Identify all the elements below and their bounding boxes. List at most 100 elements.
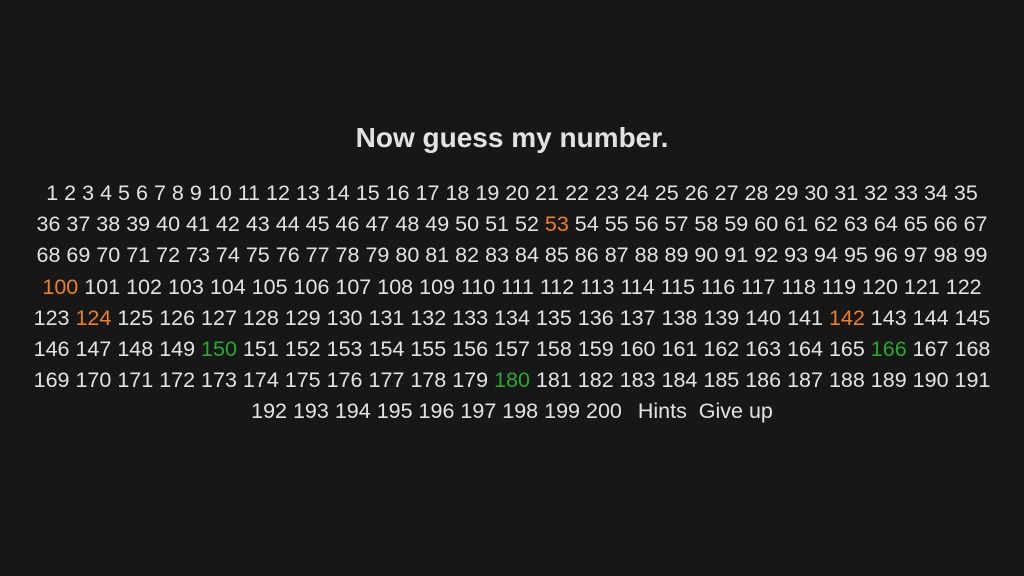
number-option-39[interactable]: 39	[126, 212, 150, 236]
number-option-74[interactable]: 74	[216, 243, 240, 267]
number-option-40[interactable]: 40	[156, 212, 180, 236]
number-option-84[interactable]: 84	[515, 243, 539, 267]
number-option-187[interactable]: 187	[787, 368, 823, 392]
number-option-110[interactable]: 110	[461, 275, 495, 299]
number-option-20[interactable]: 20	[505, 181, 529, 205]
number-option-33[interactable]: 33	[894, 181, 918, 205]
number-option-98[interactable]: 98	[934, 243, 958, 267]
number-option-158[interactable]: 158	[536, 337, 572, 361]
number-option-43[interactable]: 43	[246, 212, 270, 236]
number-option-89[interactable]: 89	[665, 243, 689, 267]
number-option-149[interactable]: 149	[159, 337, 195, 361]
number-option-42[interactable]: 42	[216, 212, 240, 236]
number-option-177[interactable]: 177	[368, 368, 404, 392]
number-option-198[interactable]: 198	[502, 399, 538, 423]
number-option-67[interactable]: 67	[964, 212, 988, 236]
number-option-197[interactable]: 197	[460, 399, 496, 423]
number-option-151[interactable]: 151	[243, 337, 279, 361]
number-option-25[interactable]: 25	[655, 181, 679, 205]
number-option-13[interactable]: 13	[296, 181, 320, 205]
number-option-152[interactable]: 152	[285, 337, 321, 361]
number-option-97[interactable]: 97	[904, 243, 928, 267]
number-option-173[interactable]: 173	[201, 368, 237, 392]
number-option-75[interactable]: 75	[246, 243, 270, 267]
number-option-85[interactable]: 85	[545, 243, 569, 267]
number-option-30[interactable]: 30	[804, 181, 828, 205]
number-option-19[interactable]: 19	[475, 181, 499, 205]
number-option-189[interactable]: 189	[871, 368, 907, 392]
number-option-180[interactable]: 180	[494, 368, 530, 392]
number-option-126[interactable]: 126	[159, 306, 195, 330]
number-option-15[interactable]: 15	[356, 181, 380, 205]
number-option-191[interactable]: 191	[955, 368, 991, 392]
number-option-116[interactable]: 116	[701, 275, 735, 299]
number-option-28[interactable]: 28	[745, 181, 769, 205]
number-option-150[interactable]: 150	[201, 337, 237, 361]
number-option-60[interactable]: 60	[754, 212, 778, 236]
hints-button[interactable]: Hints	[638, 399, 687, 423]
number-option-139[interactable]: 139	[703, 306, 739, 330]
number-option-200[interactable]: 200	[586, 399, 622, 423]
number-option-32[interactable]: 32	[864, 181, 888, 205]
number-option-72[interactable]: 72	[156, 243, 180, 267]
number-option-5[interactable]: 5	[118, 181, 130, 205]
number-option-130[interactable]: 130	[327, 306, 363, 330]
number-option-132[interactable]: 132	[410, 306, 446, 330]
number-option-137[interactable]: 137	[620, 306, 656, 330]
number-option-114[interactable]: 114	[620, 275, 654, 299]
number-option-18[interactable]: 18	[445, 181, 469, 205]
number-option-96[interactable]: 96	[874, 243, 898, 267]
number-option-21[interactable]: 21	[535, 181, 559, 205]
number-option-127[interactable]: 127	[201, 306, 237, 330]
number-option-140[interactable]: 140	[745, 306, 781, 330]
number-option-108[interactable]: 108	[377, 275, 413, 299]
number-option-82[interactable]: 82	[455, 243, 479, 267]
number-option-111[interactable]: 111	[501, 275, 534, 299]
number-option-77[interactable]: 77	[306, 243, 330, 267]
number-option-168[interactable]: 168	[955, 337, 991, 361]
number-option-10[interactable]: 10	[208, 181, 232, 205]
number-option-119[interactable]: 119	[822, 275, 856, 299]
number-option-36[interactable]: 36	[36, 212, 60, 236]
number-option-103[interactable]: 103	[168, 275, 204, 299]
number-option-176[interactable]: 176	[327, 368, 363, 392]
number-option-70[interactable]: 70	[96, 243, 120, 267]
number-option-171[interactable]: 171	[117, 368, 153, 392]
number-option-76[interactable]: 76	[276, 243, 300, 267]
number-option-113[interactable]: 113	[580, 275, 614, 299]
number-option-144[interactable]: 144	[913, 306, 949, 330]
number-option-155[interactable]: 155	[410, 337, 446, 361]
number-option-22[interactable]: 22	[565, 181, 589, 205]
number-option-31[interactable]: 31	[834, 181, 858, 205]
number-option-159[interactable]: 159	[578, 337, 614, 361]
number-option-37[interactable]: 37	[66, 212, 90, 236]
number-option-57[interactable]: 57	[665, 212, 689, 236]
number-option-147[interactable]: 147	[75, 337, 111, 361]
number-option-162[interactable]: 162	[703, 337, 739, 361]
number-option-107[interactable]: 107	[335, 275, 371, 299]
number-option-87[interactable]: 87	[605, 243, 629, 267]
number-option-65[interactable]: 65	[904, 212, 928, 236]
number-option-166[interactable]: 166	[871, 337, 907, 361]
number-option-121[interactable]: 121	[904, 275, 940, 299]
number-option-122[interactable]: 122	[946, 275, 982, 299]
number-option-148[interactable]: 148	[117, 337, 153, 361]
number-option-131[interactable]: 131	[368, 306, 404, 330]
number-option-1[interactable]: 1	[46, 181, 58, 205]
number-option-48[interactable]: 48	[395, 212, 419, 236]
number-option-99[interactable]: 99	[964, 243, 988, 267]
number-option-138[interactable]: 138	[662, 306, 698, 330]
number-option-175[interactable]: 175	[285, 368, 321, 392]
number-option-24[interactable]: 24	[625, 181, 649, 205]
number-option-51[interactable]: 51	[485, 212, 509, 236]
number-option-160[interactable]: 160	[620, 337, 656, 361]
number-option-128[interactable]: 128	[243, 306, 279, 330]
number-option-49[interactable]: 49	[425, 212, 449, 236]
number-option-7[interactable]: 7	[154, 181, 166, 205]
number-option-11[interactable]: 11	[238, 181, 260, 205]
number-option-71[interactable]: 71	[126, 243, 150, 267]
number-option-94[interactable]: 94	[814, 243, 838, 267]
number-option-56[interactable]: 56	[635, 212, 659, 236]
number-option-104[interactable]: 104	[210, 275, 246, 299]
number-option-185[interactable]: 185	[703, 368, 739, 392]
